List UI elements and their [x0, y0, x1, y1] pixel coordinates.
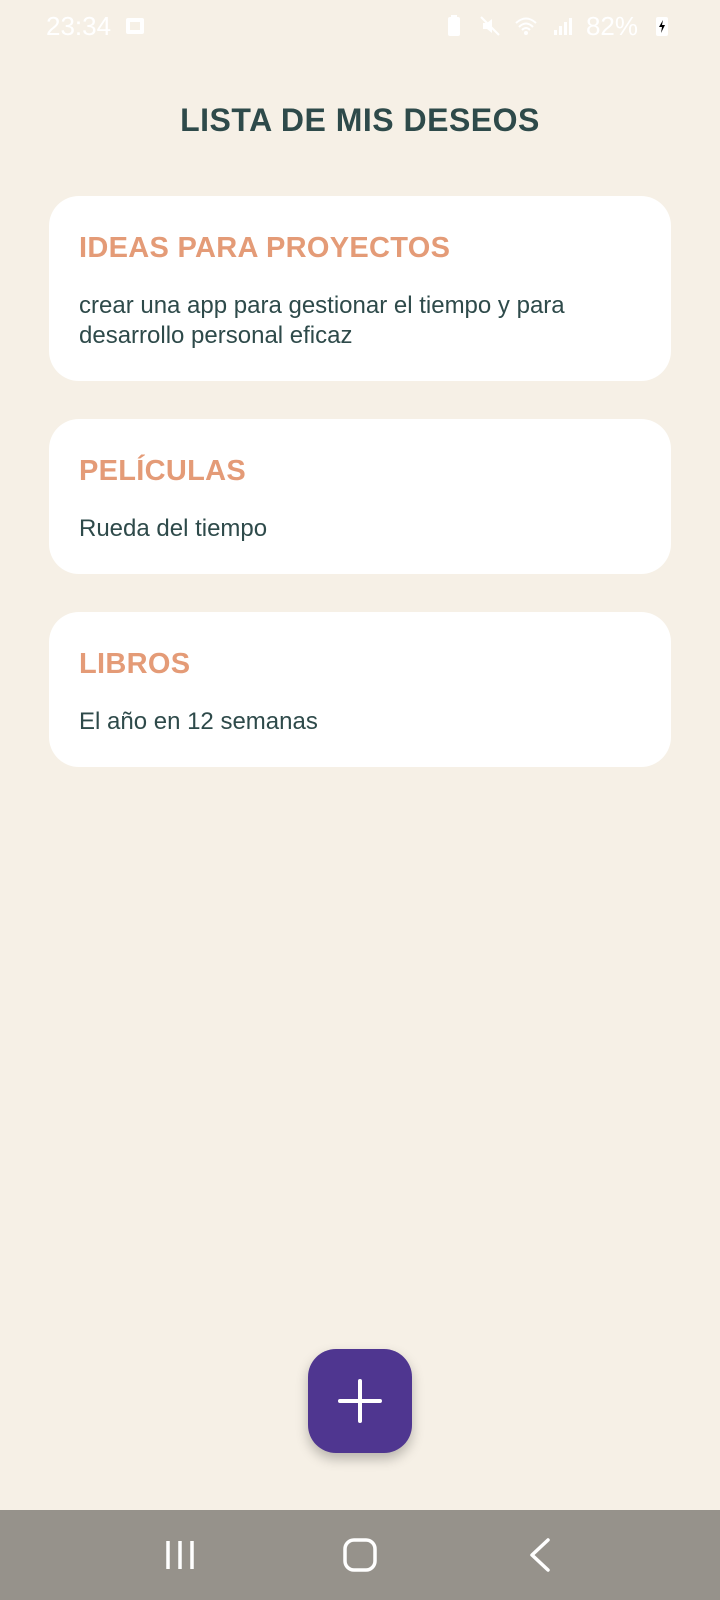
status-bar: 23:34 82%	[0, 0, 720, 52]
add-wish-button[interactable]	[308, 1349, 412, 1453]
page-title: LISTA DE MIS DESEOS	[180, 102, 540, 138]
signal-icon	[553, 18, 572, 35]
battery-saver-icon	[447, 15, 460, 36]
card-title: IDEAS PARA PROYECTOS	[79, 232, 451, 264]
battery-percent: 82%	[585, 10, 638, 41]
wishlist-card-movies[interactable]: PELÍCULAS Rueda del tiempo	[49, 419, 671, 574]
battery-charging-icon	[656, 17, 668, 36]
system-nav-bar	[0, 1510, 720, 1600]
back-button[interactable]	[510, 1525, 570, 1585]
card-title: LIBROS	[79, 648, 191, 680]
recent-apps-button[interactable]	[150, 1525, 210, 1585]
wifi-icon	[515, 17, 537, 35]
notification-icon	[126, 18, 145, 34]
recent-apps-icon	[166, 1541, 194, 1569]
status-right: 82%	[442, 11, 674, 42]
status-left: 23:34	[46, 11, 147, 42]
plus-icon	[338, 1379, 382, 1423]
status-time: 23:34	[46, 10, 112, 41]
card-text: Rueda del tiempo	[79, 515, 268, 542]
back-icon	[530, 1538, 550, 1572]
mute-icon	[480, 16, 500, 36]
card-text: crear una app para gestionar el tiempo y…	[79, 292, 565, 349]
wishlist: IDEAS PARA PROYECTOS crear una app para …	[49, 196, 671, 767]
card-text: El año en 12 semanas	[79, 708, 318, 735]
card-title: PELÍCULAS	[79, 455, 247, 487]
wishlist-card-projects[interactable]: IDEAS PARA PROYECTOS crear una app para …	[49, 196, 671, 381]
wishlist-card-books[interactable]: LIBROS El año en 12 semanas	[49, 612, 671, 767]
home-button[interactable]	[330, 1525, 390, 1585]
home-icon	[343, 1538, 377, 1572]
